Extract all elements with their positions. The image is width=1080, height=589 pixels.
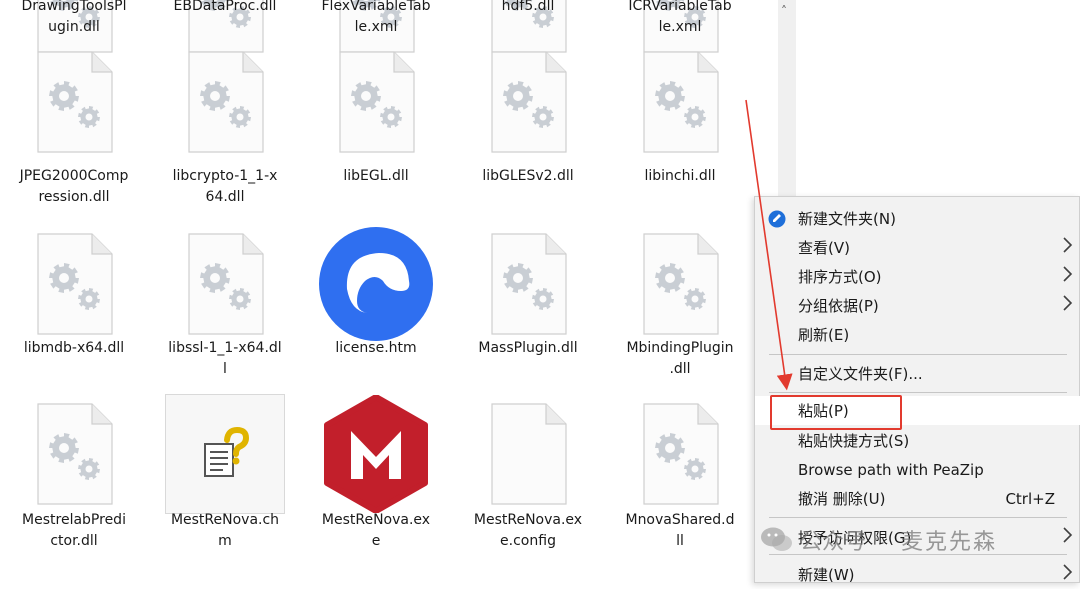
wechat-icon [761, 527, 792, 551]
chevron-right-icon [1061, 236, 1073, 259]
gear-file-icon [14, 42, 134, 162]
blank-file-icon [468, 394, 588, 514]
menu-sort-by-item[interactable]: 排序方式(O) [755, 262, 1080, 291]
paste-highlight-box [770, 395, 902, 430]
watermark-dot: · [872, 527, 880, 553]
new-folder-icon [768, 210, 786, 232]
gear-file-icon [620, 394, 740, 514]
gear-file-icon [468, 42, 588, 162]
menu-item-label: Browse path with PeaZip [798, 460, 984, 479]
chevron-right-icon [1061, 294, 1073, 317]
menu-browse-peazip-item[interactable]: Browse path with PeaZip [755, 455, 1080, 484]
menu-item-label: 排序方式(O) [798, 268, 882, 286]
file-name-label: FlexVariableTab le.xml [321, 0, 431, 35]
file-name-label: MbindingPlugin .dll [626, 340, 734, 377]
file-name-label: hdf5.dll [501, 0, 555, 14]
menu-item-label: 新建文件夹(N) [798, 210, 896, 228]
chevron-right-icon [1061, 526, 1073, 549]
menu-item-label: 查看(V) [798, 239, 850, 257]
menu-item-label: 自定义文件夹(F)... [798, 365, 923, 383]
gear-file-icon [620, 42, 740, 162]
watermark-name: 麦克先森 [901, 530, 998, 555]
gear-file-icon [14, 224, 134, 344]
menu-item-label: 分组依据(P) [798, 297, 879, 315]
file-name-label: JPEG2000Comp ression.dll [19, 168, 129, 205]
gear-file-icon [468, 224, 588, 344]
file-name-label: ICRVariableTab le.xml [628, 0, 732, 35]
file-name-label: MestrelabPredi ctor.dll [22, 512, 126, 549]
menu-separator [769, 392, 1067, 393]
file-name-label: libGLESv2.dll [482, 168, 574, 184]
help-file-icon [165, 394, 285, 514]
menu-item-label: 刷新(E) [798, 326, 850, 344]
file-name-label: libinchi.dll [644, 168, 716, 184]
watermark-prefix: 公众号 [800, 530, 867, 555]
menu-item-label: 新建(W) [798, 566, 855, 584]
file-name-label: MestReNova.ch m [170, 512, 280, 549]
menu-paste-shortcut-item[interactable]: 粘贴快捷方式(S) [755, 426, 1080, 455]
file-name-label: DrawingToolsPl ugin.dll [21, 0, 127, 35]
menu-new-item[interactable]: 新建(W) [755, 560, 1080, 589]
mnova-app-icon [316, 394, 436, 514]
gear-file-icon [14, 394, 134, 514]
gear-file-icon [620, 224, 740, 344]
file-name-label: MassPlugin.dll [478, 340, 578, 356]
menu-separator [769, 517, 1067, 518]
gear-file-icon [316, 42, 436, 162]
menu-undo-delete-item[interactable]: 撤消 删除(U) Ctrl+Z [755, 484, 1080, 513]
scroll-up-arrow-icon[interactable]: ˄ [781, 4, 787, 18]
gear-file-icon [165, 42, 285, 162]
file-name-label: MestReNova.ex e [321, 512, 431, 549]
menu-separator [769, 354, 1067, 355]
file-name-label: libEGL.dll [343, 168, 409, 184]
menu-new-folder-item[interactable]: 新建文件夹(N) [755, 204, 1080, 233]
file-name-label: MestReNova.ex e.config [473, 512, 583, 549]
file-name-label: license.htm [335, 340, 417, 356]
menu-customize-folder-item[interactable]: 自定义文件夹(F)... [755, 359, 1080, 388]
chevron-right-icon [1061, 265, 1073, 288]
file-name-label: libssl-1_1-x64.dl l [168, 340, 282, 377]
browser-icon [316, 224, 436, 344]
menu-item-label: 粘贴快捷方式(S) [798, 432, 910, 450]
file-name-label: EBDataProc.dll [173, 0, 277, 14]
menu-item-shortcut: Ctrl+Z [1005, 489, 1055, 508]
file-name-label: libmdb-x64.dll [23, 340, 125, 356]
menu-refresh-item[interactable]: 刷新(E) [755, 320, 1080, 349]
file-name-label: MnovaShared.d ll [625, 512, 735, 549]
gear-file-icon [165, 224, 285, 344]
menu-item-label: 撤消 删除(U) [798, 490, 886, 508]
file-name-label: libcrypto-1_1-x 64.dll [172, 168, 278, 205]
watermark: 公众号 · 麦克先森 [760, 522, 997, 558]
menu-group-by-item[interactable]: 分组依据(P) [755, 291, 1080, 320]
file-explorer-pane: DrawingToolsPl ugin.dll EBDataProc.dll Flex… [0, 0, 778, 583]
menu-view-item[interactable]: 查看(V) [755, 233, 1080, 262]
